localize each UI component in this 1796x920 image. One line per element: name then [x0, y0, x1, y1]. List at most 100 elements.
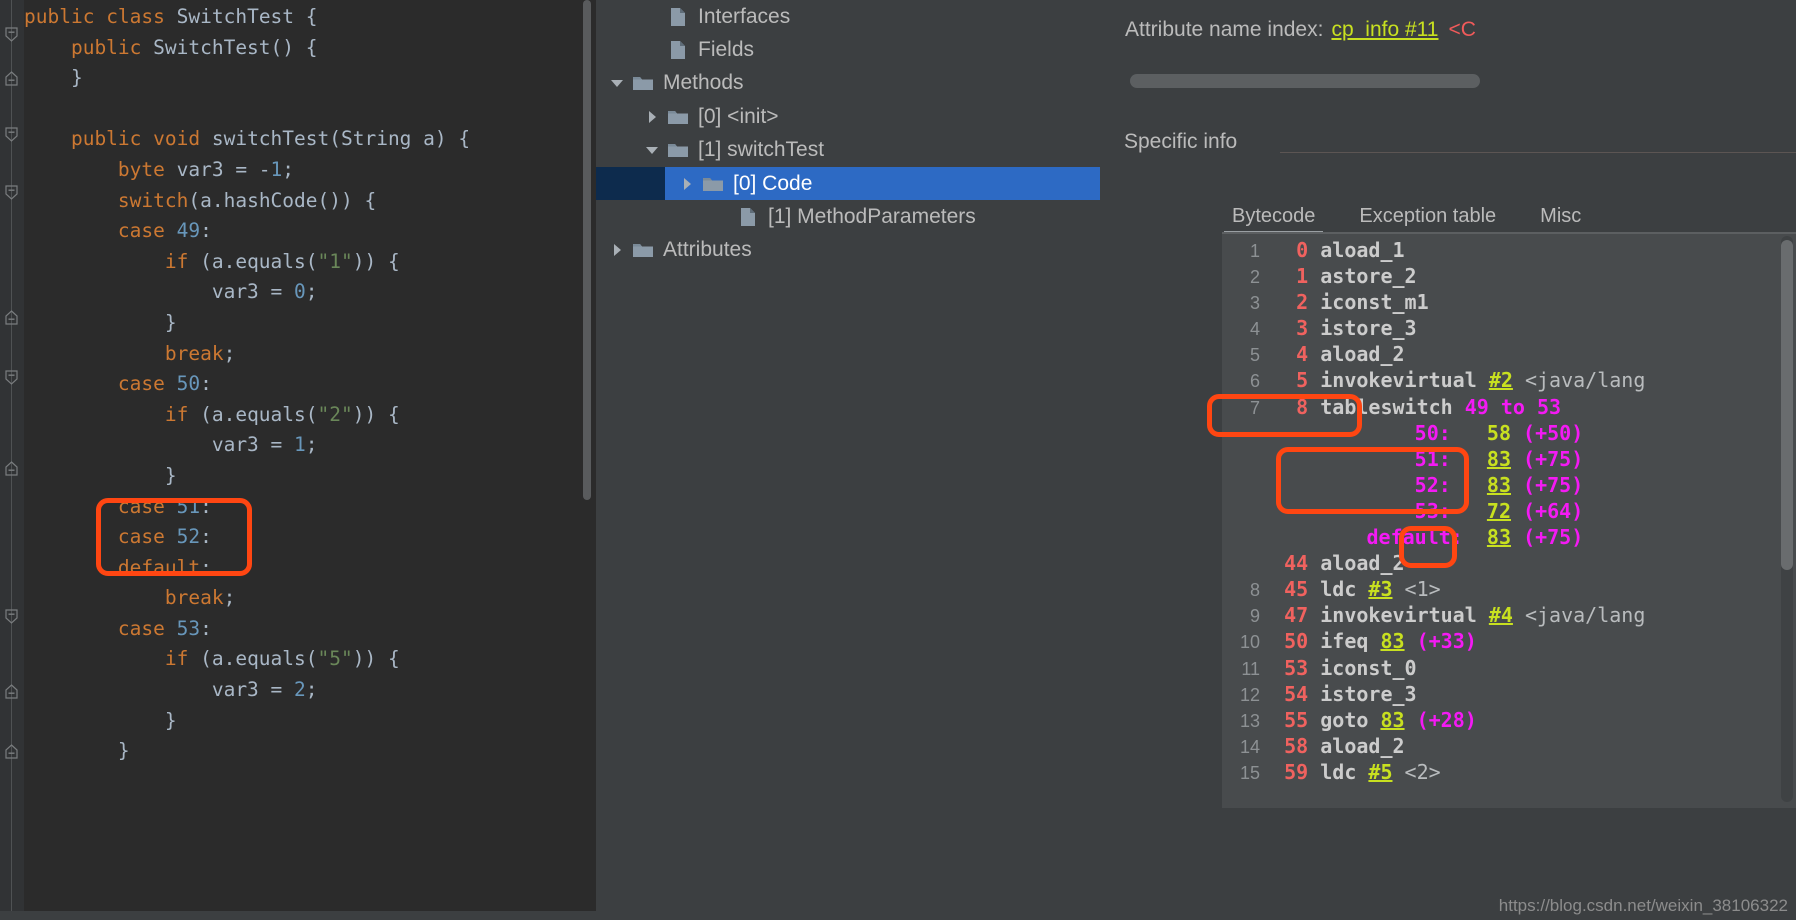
fold-end-icon[interactable] [4, 744, 19, 759]
editor-gutter[interactable] [0, 0, 24, 920]
chevron-right-icon[interactable] [639, 110, 665, 124]
tab-exception-table[interactable]: Exception table [1337, 198, 1518, 234]
switch-table-entry[interactable]: default: 83 (+75) [1222, 524, 1645, 550]
code-token: class [106, 5, 177, 28]
switch-table-entry[interactable]: 52: 83 (+75) [1222, 472, 1645, 498]
bytecode-cp-ref[interactable]: #3 [1368, 577, 1392, 601]
tree-item-methods[interactable]: Methods [596, 67, 1100, 100]
bytecode-row[interactable]: 12 54 istore_3 [1222, 681, 1645, 707]
code-token: 52 [176, 525, 201, 549]
source-code-text[interactable]: public class SwitchTest { public SwitchT… [24, 0, 596, 767]
bytecode-offset: 50 [1284, 629, 1309, 654]
code-token: if [24, 402, 201, 426]
switch-case-key: default: [1366, 525, 1463, 550]
tree-item-0-code[interactable]: [0] Code [596, 166, 1116, 201]
bytecode-cp-ref[interactable]: #4 [1489, 603, 1513, 627]
chevron-down-icon[interactable] [639, 143, 665, 157]
bytecode-offset: 2 [1284, 290, 1309, 315]
class-structure-tree[interactable]: Interfaces Fields Methods [0] <init> [1] swi… [596, 0, 1116, 920]
fold-collapse-icon[interactable] [4, 27, 19, 42]
code-token: default [24, 555, 201, 579]
bytecode-opcode: iconst_0 [1320, 655, 1417, 680]
fold-collapse-icon[interactable] [4, 609, 19, 624]
chevron-right-icon[interactable] [604, 243, 630, 257]
switch-table-entry[interactable]: 53: 72 (+64) [1222, 498, 1645, 524]
fold-end-icon[interactable] [4, 71, 19, 86]
bytecode-cp-ref[interactable]: 83 [1380, 629, 1404, 653]
code-line: var3 = 0; [24, 277, 596, 308]
tree-item-interfaces[interactable]: Interfaces [596, 0, 1100, 33]
bytecode-row[interactable]: 44 aload_2 [1222, 550, 1645, 576]
bytecode-row[interactable]: 1 0 aload_1 [1222, 237, 1645, 263]
switch-target-offset[interactable]: 83 [1487, 447, 1511, 471]
bytecode-cp-ref[interactable]: 83 [1380, 708, 1404, 732]
tab-bytecode[interactable]: Bytecode [1210, 198, 1337, 236]
switch-target-offset[interactable]: 83 [1487, 473, 1511, 497]
chevron-right-icon[interactable] [674, 177, 700, 191]
tab-misc[interactable]: Misc [1518, 198, 1603, 234]
fold-collapse-icon[interactable] [4, 185, 19, 200]
fold-collapse-icon[interactable] [4, 127, 19, 142]
bytecode-scrollbar-thumb[interactable] [1781, 240, 1793, 570]
code-line: if (a.equals("5")) { [24, 644, 596, 675]
bytecode-row[interactable]: 9 47 invokevirtual #4 <java/lang [1222, 602, 1645, 628]
tree-item-0-init[interactable]: [0] <init> [596, 100, 1100, 133]
folder-icon [665, 108, 691, 126]
bytecode-row[interactable]: 15 59 ldc #5 <2> [1222, 759, 1645, 785]
code-token: : [200, 525, 212, 549]
bytecode-row[interactable]: 4 3 istore_3 [1222, 315, 1645, 341]
code-token: : [200, 616, 212, 640]
tree-item-fields[interactable]: Fields [596, 33, 1100, 66]
bytecode-row[interactable]: 10 50 ifeq 83 (+33) [1222, 628, 1645, 654]
switch-table-entry[interactable]: 51: 83 (+75) [1222, 446, 1645, 472]
bytecode-line-number: 3 [1249, 293, 1260, 314]
bytecode-opcode: goto [1320, 707, 1369, 732]
switch-case-key: 53: [1414, 498, 1451, 523]
tree-item-attributes[interactable]: Attributes [596, 234, 1100, 267]
code-token: case [24, 616, 177, 640]
tree-item-1-switchtest[interactable]: [1] switchTest [596, 134, 1100, 167]
bytecode-row[interactable]: 5 4 aload_2 [1222, 341, 1645, 367]
jclasslib-bytecode-viewer-window: public class SwitchTest { public SwitchT… [0, 0, 1796, 920]
bytecode-listing-panel[interactable]: 1 0 aload_1 2 1 astore_2 3 2 iconst_m1 4 3 … [1222, 232, 1796, 808]
code-token: 49 [176, 219, 201, 243]
bytecode-cp-ref[interactable]: #2 [1489, 368, 1513, 392]
attribute-scroll-thumb[interactable] [1130, 74, 1480, 88]
code-token: ; [305, 678, 318, 702]
bytecode-row[interactable]: 7 8 tableswitch 49 to 53 [1222, 394, 1645, 420]
code-token: case [24, 219, 177, 243]
bytecode-opcode: ldc [1320, 759, 1357, 784]
bytecode-opcode: astore_2 [1320, 264, 1417, 289]
fold-end-icon[interactable] [4, 310, 19, 325]
bytecode-row[interactable]: 11 53 iconst_0 [1222, 655, 1645, 681]
switch-table-entry[interactable]: 50: 58 (+50) [1222, 420, 1645, 446]
switch-target-offset[interactable]: 72 [1487, 499, 1511, 523]
tree-item-1-methodparameters[interactable]: [1] MethodParameters [596, 200, 1100, 233]
bytecode-row[interactable]: 2 1 astore_2 [1222, 263, 1645, 289]
bytecode-row[interactable]: 3 2 iconst_m1 [1222, 289, 1645, 315]
editor-scrollbar-thumb[interactable] [583, 0, 591, 500]
cp-info-link[interactable]: cp_info #11 [1331, 18, 1438, 41]
bytecode-opcode: aload_2 [1320, 733, 1405, 758]
code-line: default: [24, 553, 596, 584]
fold-end-icon[interactable] [4, 461, 19, 476]
fold-collapse-icon[interactable] [4, 370, 19, 385]
bytecode-row[interactable]: 6 5 invokevirtual #2 <java/lang [1222, 367, 1645, 393]
switch-target-offset[interactable]: 83 [1487, 525, 1511, 549]
tree-item-label: [1] MethodParameters [768, 205, 976, 229]
bytecode-line-number: 9 [1249, 606, 1260, 627]
bytecode-instruction-list[interactable]: 1 0 aload_1 2 1 astore_2 3 2 iconst_m1 4 3 … [1222, 237, 1645, 785]
switch-target-delta: (+75) [1523, 446, 1584, 471]
detail-tab-bar[interactable]: Bytecode Exception table Misc [1210, 198, 1603, 236]
fold-end-icon[interactable] [4, 684, 19, 699]
switch-case-key: 50: [1414, 420, 1451, 445]
bytecode-row[interactable]: 14 58 aload_2 [1222, 733, 1645, 759]
bytecode-offset: 55 [1284, 707, 1309, 732]
bytecode-row[interactable]: 8 45 ldc #3 <1> [1222, 576, 1645, 602]
bytecode-row[interactable]: 13 55 goto 83 (+28) [1222, 707, 1645, 733]
chevron-down-icon[interactable] [604, 76, 630, 90]
bytecode-cp-ref[interactable]: #5 [1368, 760, 1392, 784]
tree-row-container[interactable]: Interfaces Fields Methods [0] <init> [1] swi… [596, 0, 1116, 267]
code-token: case [24, 494, 177, 518]
java-source-editor[interactable]: public class SwitchTest { public SwitchT… [0, 0, 596, 920]
